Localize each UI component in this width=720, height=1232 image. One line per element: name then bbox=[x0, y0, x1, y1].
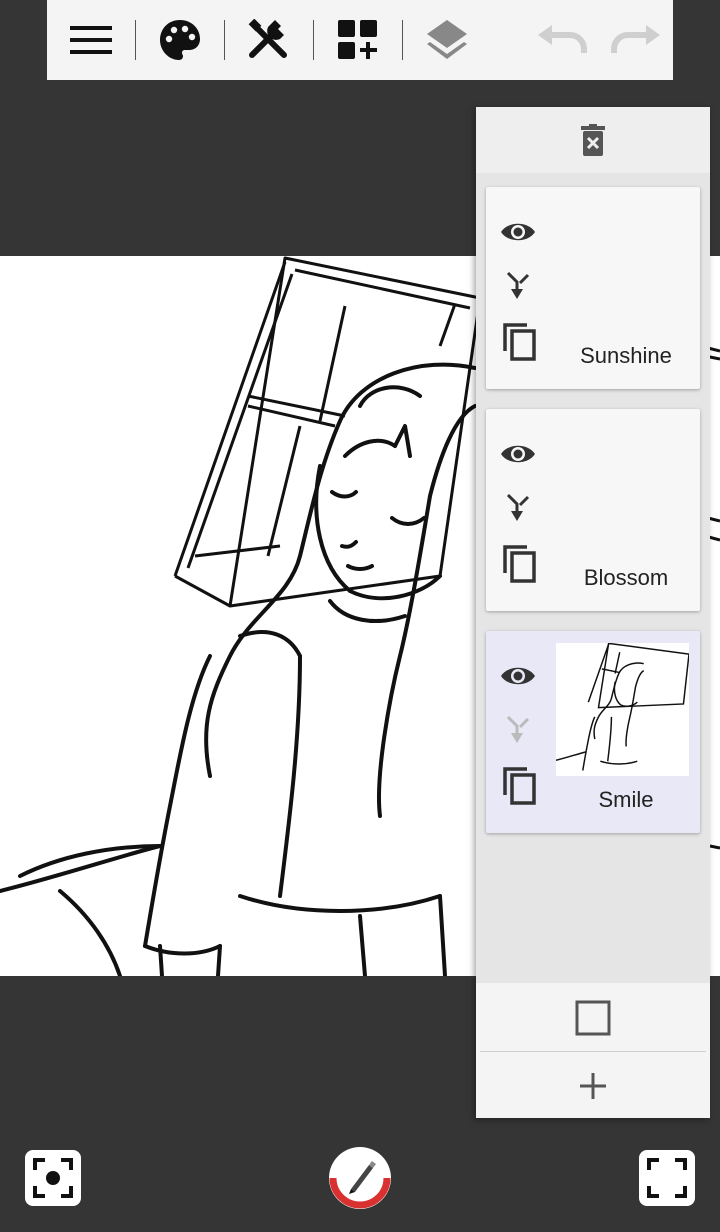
layer-card-blossom[interactable]: Blossom bbox=[486, 409, 700, 611]
visibility-eye-icon[interactable] bbox=[500, 441, 536, 467]
merge-down-icon[interactable] bbox=[504, 493, 534, 523]
add-grid-icon bbox=[338, 20, 377, 59]
layer-card-sunshine[interactable]: Sunshine bbox=[486, 187, 700, 389]
layers-panel: Sunshine Blossom Smile bbox=[476, 107, 710, 1118]
delete-layer-button[interactable] bbox=[476, 107, 710, 173]
duplicate-layer-icon[interactable] bbox=[501, 765, 537, 805]
layers-button[interactable] bbox=[403, 0, 491, 80]
palette-button[interactable] bbox=[136, 0, 224, 80]
focus-icon bbox=[33, 1158, 73, 1198]
undo-button[interactable] bbox=[525, 0, 599, 80]
redo-icon bbox=[611, 25, 660, 53]
brush-tool-icon bbox=[329, 1161, 391, 1209]
menu-icon bbox=[70, 26, 112, 54]
select-all-layers-button[interactable] bbox=[476, 985, 710, 1051]
panel-actions bbox=[476, 983, 710, 1118]
fullscreen-icon bbox=[647, 1158, 687, 1198]
tools-icon bbox=[248, 19, 287, 58]
layer-name: Smile bbox=[598, 787, 654, 812]
duplicate-layer-icon[interactable] bbox=[501, 543, 537, 583]
layer-thumbnail bbox=[556, 643, 689, 776]
menu-button[interactable] bbox=[47, 0, 135, 80]
merge-down-icon bbox=[506, 715, 530, 743]
layers-icon bbox=[427, 20, 467, 59]
checkbox-icon bbox=[575, 1000, 611, 1036]
visibility-eye-icon[interactable] bbox=[500, 219, 536, 245]
add-layer-button[interactable] bbox=[476, 1053, 710, 1119]
focus-button[interactable] bbox=[25, 1150, 81, 1206]
layer-name: Sunshine bbox=[580, 343, 672, 368]
layer-name: Blossom bbox=[583, 565, 669, 590]
add-icon bbox=[580, 1073, 606, 1099]
top-toolbar bbox=[47, 0, 673, 80]
merge-down-icon[interactable] bbox=[504, 271, 534, 301]
tools-button[interactable] bbox=[225, 0, 313, 80]
panel-divider bbox=[480, 1051, 706, 1052]
delete-layer-icon bbox=[581, 124, 605, 156]
palette-icon bbox=[160, 20, 200, 60]
redo-button[interactable] bbox=[599, 0, 673, 80]
fullscreen-button[interactable] bbox=[639, 1150, 695, 1206]
add-grid-button[interactable] bbox=[314, 0, 402, 80]
undo-icon bbox=[538, 25, 587, 53]
brush-tool-button[interactable] bbox=[329, 1147, 391, 1209]
layer-card-smile[interactable]: Smile bbox=[486, 631, 700, 833]
visibility-eye-icon[interactable] bbox=[500, 663, 536, 689]
duplicate-layer-icon[interactable] bbox=[501, 321, 537, 361]
